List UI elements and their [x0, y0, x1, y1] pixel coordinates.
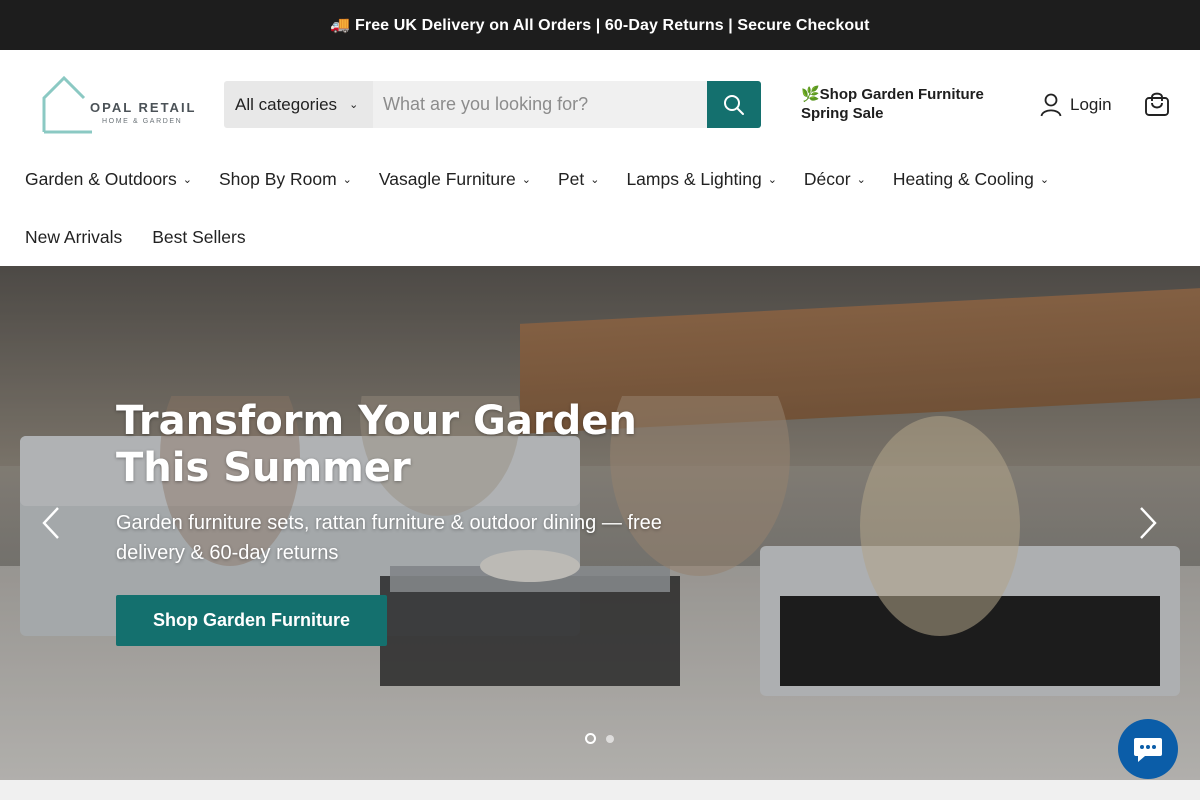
nav-item-label: Lamps & Lighting — [626, 168, 762, 189]
store-logo[interactable]: OPAL RETAIL HOME & GARDEN — [40, 74, 195, 136]
category-select[interactable]: All categories ⌄ — [224, 81, 373, 128]
shop-garden-furniture-button[interactable]: Shop Garden Furniture — [116, 595, 387, 646]
logo-name: OPAL RETAIL — [90, 100, 197, 115]
nav-item-shop-by-room[interactable]: Shop By Room ⌄ — [219, 169, 352, 190]
slide-dot-2[interactable] — [606, 734, 614, 743]
chevron-down-icon: ⌄ — [856, 173, 866, 186]
nav-item-label: Heating & Cooling — [892, 168, 1034, 189]
nav-item-best-sellers[interactable]: Best Sellers — [152, 227, 245, 248]
site-header: OPAL RETAIL HOME & GARDEN All categories… — [0, 50, 1200, 158]
chevron-down-icon: ⌄ — [590, 173, 600, 186]
main-nav: Garden & Outdoors ⌄ Shop By Room ⌄ Vasag… — [0, 158, 1200, 258]
nav-item-heating-cooling[interactable]: Heating & Cooling ⌄ — [893, 169, 1049, 190]
nav-item-lamps-lighting[interactable]: Lamps & Lighting ⌄ — [626, 169, 776, 190]
login-label: Login — [1070, 95, 1112, 114]
hero-slideshow: Transform Your Garden This Summer Garden… — [0, 266, 1200, 780]
login-link[interactable]: Login — [1040, 93, 1112, 117]
chevron-down-icon: ⌄ — [521, 173, 531, 186]
cart-button[interactable] — [1144, 91, 1170, 122]
nav-item-label: Garden & Outdoors — [25, 168, 177, 189]
hero-title: Transform Your Garden This Summer — [116, 398, 637, 491]
nav-item-garden-outdoors[interactable]: Garden & Outdoors ⌄ — [25, 169, 192, 190]
nav-item-label: Vasagle Furniture — [378, 168, 516, 189]
chevron-down-icon: ⌄ — [349, 99, 359, 111]
announcement-bar: 🚚 Free UK Delivery on All Orders | 60-Da… — [0, 0, 1200, 50]
slide-dot-1[interactable] — [585, 733, 596, 744]
nav-item-new-arrivals[interactable]: New Arrivals — [25, 227, 122, 248]
nav-item-label: Pet — [557, 168, 585, 189]
cart-icon — [1145, 92, 1169, 116]
chevron-down-icon: ⌄ — [1039, 173, 1050, 186]
next-slide-button[interactable] — [1135, 506, 1159, 545]
chevron-right-icon — [1140, 507, 1157, 539]
logo-tagline: HOME & GARDEN — [102, 118, 183, 125]
promo-link[interactable]: 🌿Shop Garden Furniture Spring Sale — [801, 85, 1011, 123]
search-button[interactable] — [707, 81, 761, 128]
search-icon — [724, 94, 744, 115]
chevron-down-icon: ⌄ — [767, 173, 777, 186]
nav-primary: Garden & Outdoors ⌄ Shop By Room ⌄ Vasag… — [0, 158, 1200, 200]
nav-item-vasagle-furniture[interactable]: Vasagle Furniture ⌄ — [379, 169, 531, 190]
chevron-down-icon: ⌄ — [182, 173, 192, 186]
below-hero-section — [0, 780, 1200, 800]
nav-item-decor[interactable]: Décor ⌄ — [804, 169, 866, 190]
chevron-left-icon — [42, 507, 59, 539]
hero-subtitle: Garden furniture sets, rattan furniture … — [116, 512, 662, 564]
nav-item-label: New Arrivals — [25, 226, 123, 247]
chat-icon — [1134, 738, 1162, 762]
hero-content: Transform Your Garden This Summer Garden… — [116, 398, 736, 568]
previous-slide-button[interactable] — [40, 506, 64, 545]
slide-pagination — [585, 733, 614, 744]
chat-button[interactable] — [1118, 719, 1178, 779]
category-select-label: All categories — [235, 94, 338, 114]
nav-secondary: New Arrivals Best Sellers — [0, 216, 1200, 258]
nav-item-pet[interactable]: Pet ⌄ — [558, 169, 600, 190]
nav-item-label: Shop By Room — [218, 168, 337, 189]
nav-item-label: Best Sellers — [152, 226, 246, 247]
chevron-down-icon: ⌄ — [342, 173, 352, 186]
nav-item-label: Décor — [803, 168, 851, 189]
search-bar: All categories ⌄ — [224, 81, 761, 128]
announcement-text: 🚚 Free UK Delivery on All Orders | 60-Da… — [330, 17, 870, 34]
search-input[interactable] — [373, 81, 707, 128]
user-icon — [1040, 93, 1062, 117]
